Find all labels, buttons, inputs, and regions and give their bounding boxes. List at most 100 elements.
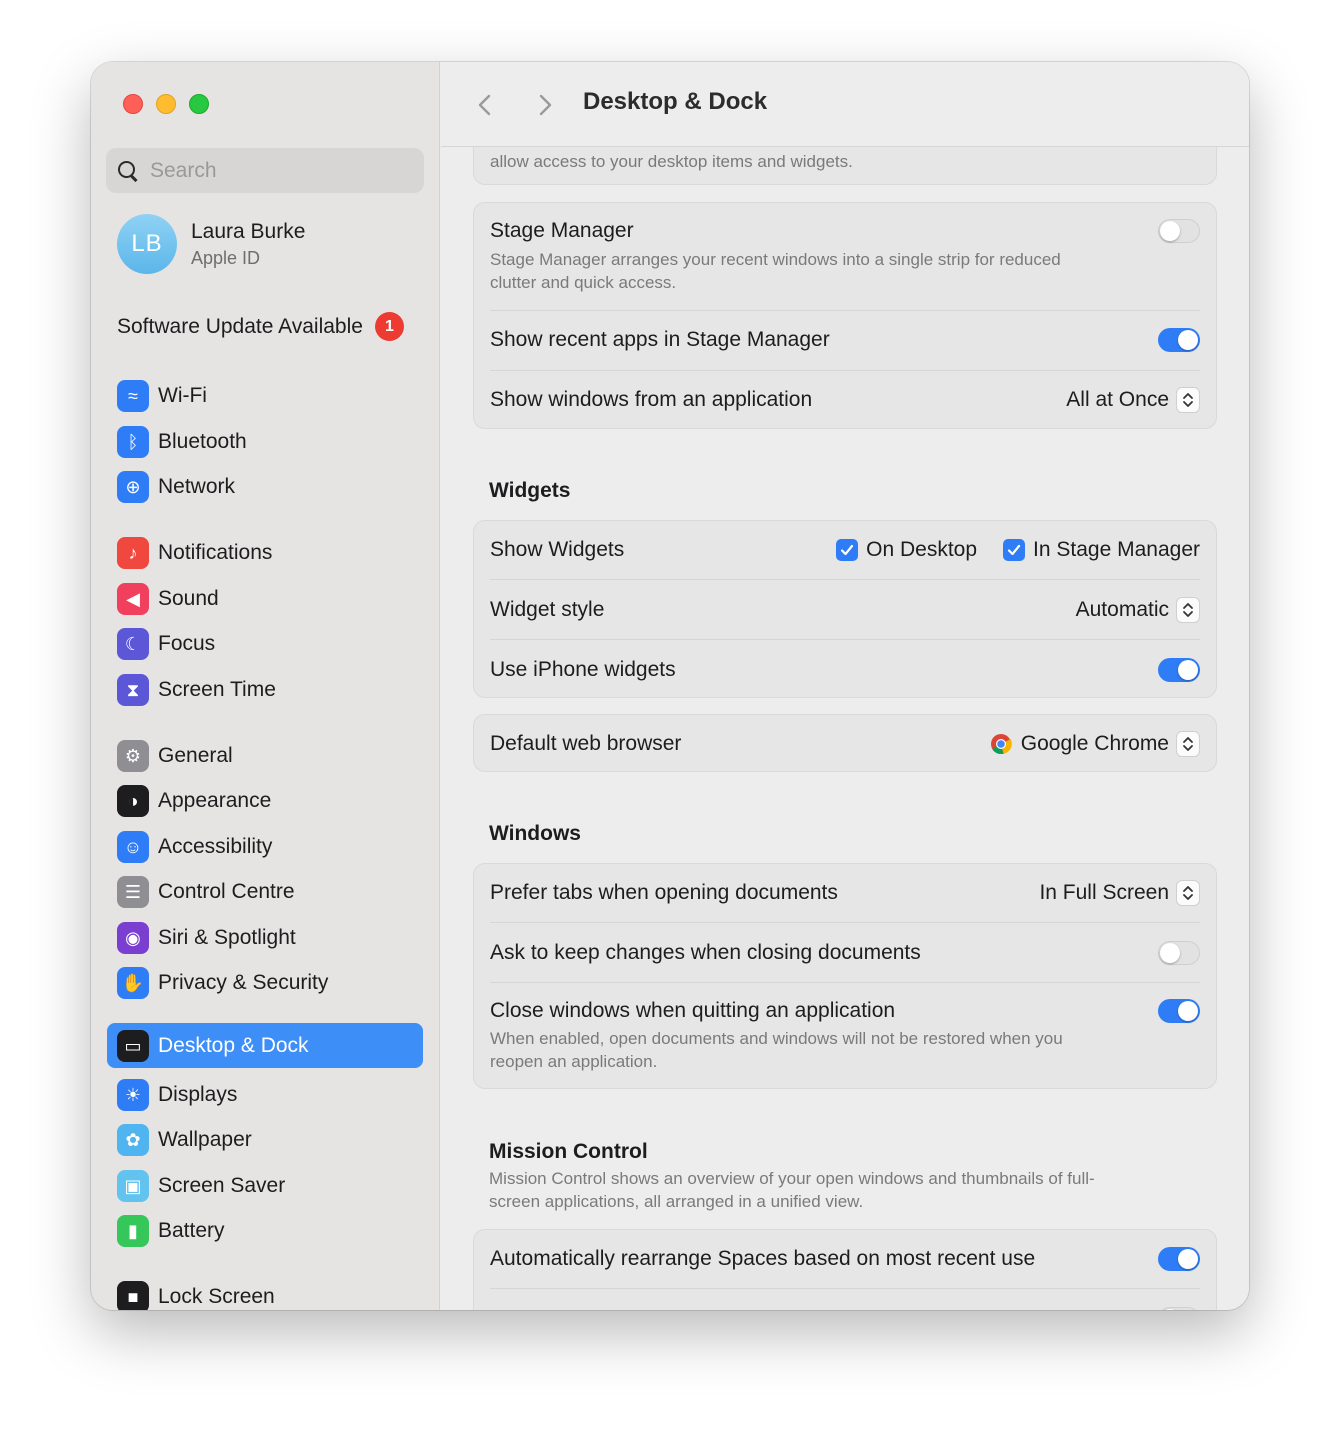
default-browser-popup[interactable]: Google Chrome <box>990 731 1200 757</box>
on-desktop-checkbox[interactable]: On Desktop <box>836 538 977 562</box>
globe-icon: ⊕ <box>117 470 149 503</box>
desktop-items-description: allow access to your desktop items and w… <box>490 152 853 171</box>
minimize-window-button[interactable] <box>156 94 176 114</box>
sidebar-item-battery[interactable]: ▮ Battery <box>107 1208 423 1253</box>
windows-heading: Windows <box>489 822 581 845</box>
sidebar-item-siri-spotlight[interactable]: ◉ Siri & Spotlight <box>107 915 423 960</box>
prefer-tabs-popup[interactable]: In Full Screen <box>1039 880 1200 906</box>
sidebar-item-label: Wallpaper <box>158 1127 252 1151</box>
update-count-badge: 1 <box>374 312 404 341</box>
iphone-widgets-label: Use iPhone widgets <box>490 658 676 681</box>
widget-style-popup[interactable]: Automatic <box>1076 597 1200 623</box>
sidebar-item-label: Accessibility <box>158 834 273 858</box>
sidebar-item-bluetooth[interactable]: ᛒ Bluetooth <box>107 419 423 464</box>
stage-manager-desc-line1: Stage Manager arranges your recent windo… <box>490 250 1061 269</box>
main-pane: Desktop & Dock allow access to your desk… <box>441 62 1249 1310</box>
sidebar-item-network[interactable]: ⊕ Network <box>107 464 423 509</box>
sidebar-item-appearance[interactable]: ◑ Appearance <box>107 778 423 823</box>
settings-window: LB Laura Burke Apple ID Software Update … <box>91 62 1249 1310</box>
sidebar-item-wi-fi[interactable]: ≈ Wi-Fi <box>107 373 423 418</box>
back-button[interactable] <box>469 88 503 122</box>
sun-icon: ☀ <box>117 1078 149 1111</box>
search-input[interactable] <box>150 158 400 183</box>
stage-manager-toggle[interactable] <box>1158 219 1200 243</box>
show-windows-label: Show windows from an application <box>490 388 813 411</box>
prefer-tabs-label: Prefer tabs when opening documents <box>490 881 838 904</box>
sidebar-item-label: Battery <box>158 1218 225 1242</box>
sidebar-item-notifications[interactable]: ♪ Notifications <box>107 530 423 575</box>
rearrange-spaces-label: Automatically rearrange Spaces based on … <box>490 1247 1036 1270</box>
page-title: Desktop & Dock <box>583 88 768 115</box>
sidebar-item-wallpaper[interactable]: ✿ Wallpaper <box>107 1117 423 1162</box>
rearrange-spaces-toggle[interactable] <box>1158 1247 1200 1271</box>
sidebar-item-displays[interactable]: ☀ Displays <box>107 1072 423 1117</box>
mission-control-card: Automatically rearrange Spaces based on … <box>473 1229 1217 1310</box>
apple-id-account[interactable]: LB Laura Burke Apple ID <box>117 214 305 274</box>
siri-icon: ◉ <box>117 921 149 954</box>
flower-icon: ✿ <box>117 1123 149 1156</box>
mission-control-desc-line1: Mission Control shows an overview of you… <box>489 1169 1095 1188</box>
software-update-item[interactable]: Software Update Available 1 <box>117 312 404 341</box>
lock-icon: ■ <box>117 1280 149 1310</box>
screensaver-icon: ▣ <box>117 1169 149 1202</box>
default-browser-label: Default web browser <box>490 732 682 755</box>
close-windows-toggle[interactable] <box>1158 999 1200 1023</box>
switch-spaces-toggle[interactable] <box>1158 1307 1200 1310</box>
show-windows-popup[interactable]: All at Once <box>1066 387 1200 413</box>
prefer-tabs-value: In Full Screen <box>1039 881 1169 904</box>
sidebar-item-privacy-security[interactable]: ✋ Privacy & Security <box>107 960 423 1005</box>
mission-control-desc-line2: screen applications, all arranged in a u… <box>489 1192 864 1211</box>
window-controls <box>123 94 209 114</box>
sidebar-item-screen-time[interactable]: ⧗ Screen Time <box>107 667 423 712</box>
hourglass-icon: ⧗ <box>117 673 149 706</box>
sidebar-item-label: Wi-Fi <box>158 383 207 407</box>
chrome-icon <box>990 734 1012 755</box>
checkmark-icon <box>1003 539 1026 561</box>
sidebar-item-label: Appearance <box>158 788 272 812</box>
show-widgets-label: Show Widgets <box>490 538 625 561</box>
zoom-window-button[interactable] <box>189 94 209 114</box>
widgets-card: Show Widgets On Desktop In Stage Manager <box>473 520 1217 698</box>
stage-manager-card: Stage Manager Stage Manager arranges you… <box>473 202 1217 429</box>
chevron-right-icon <box>539 94 552 116</box>
sidebar-item-control-centre[interactable]: ☰ Control Centre <box>107 869 423 914</box>
sidebar-item-accessibility[interactable]: ☺ Accessibility <box>107 824 423 869</box>
in-stage-manager-label: In Stage Manager <box>1033 538 1200 561</box>
iphone-widgets-toggle[interactable] <box>1158 658 1200 682</box>
recent-apps-toggle[interactable] <box>1158 328 1200 352</box>
in-stage-manager-checkbox[interactable]: In Stage Manager <box>1003 538 1200 562</box>
forward-button[interactable] <box>527 88 561 122</box>
sidebar: LB Laura Burke Apple ID Software Update … <box>91 62 440 1310</box>
stepper-icon <box>1176 731 1200 757</box>
close-windows-label: Close windows when quitting an applicati… <box>490 999 896 1022</box>
sidebar-item-label: Lock Screen <box>158 1284 275 1308</box>
default-browser-value: Google Chrome <box>1020 732 1169 755</box>
stepper-icon <box>1176 880 1200 906</box>
sidebar-item-lock-screen[interactable]: ■ Lock Screen <box>107 1274 423 1310</box>
widget-style-value: Automatic <box>1075 598 1169 621</box>
sidebar-item-focus[interactable]: ☾ Focus <box>107 621 423 666</box>
stepper-icon <box>1176 597 1200 623</box>
sidebar-item-label: Notifications <box>158 540 273 564</box>
close-windows-desc-line2: reopen an application. <box>490 1052 658 1071</box>
settings-content: allow access to your desktop items and w… <box>441 62 1249 1310</box>
sidebar-item-label: Network <box>158 474 236 498</box>
sidebar-item-general[interactable]: ⚙ General <box>107 733 423 778</box>
search-icon <box>116 159 140 183</box>
chevron-left-icon <box>478 94 491 116</box>
sidebar-item-screen-saver[interactable]: ▣ Screen Saver <box>107 1163 423 1208</box>
windows-card: Prefer tabs when opening documents In Fu… <box>473 863 1217 1089</box>
sidebar-item-label: Privacy & Security <box>158 970 329 994</box>
ask-keep-changes-toggle[interactable] <box>1158 941 1200 965</box>
hand-icon: ✋ <box>117 966 149 999</box>
stage-manager-label: Stage Manager <box>490 219 634 242</box>
search-field[interactable] <box>106 148 424 193</box>
ask-keep-changes-label: Ask to keep changes when closing documen… <box>490 941 921 964</box>
switches-icon: ☰ <box>117 875 149 908</box>
sidebar-item-sound[interactable]: ◀ Sound <box>107 576 423 621</box>
sidebar-item-desktop-dock[interactable]: ▭ Desktop & Dock <box>107 1023 423 1068</box>
close-window-button[interactable] <box>123 94 143 114</box>
accessibility-icon: ☺ <box>117 830 149 863</box>
battery-icon: ▮ <box>117 1214 149 1247</box>
checkmark-icon <box>836 539 859 561</box>
